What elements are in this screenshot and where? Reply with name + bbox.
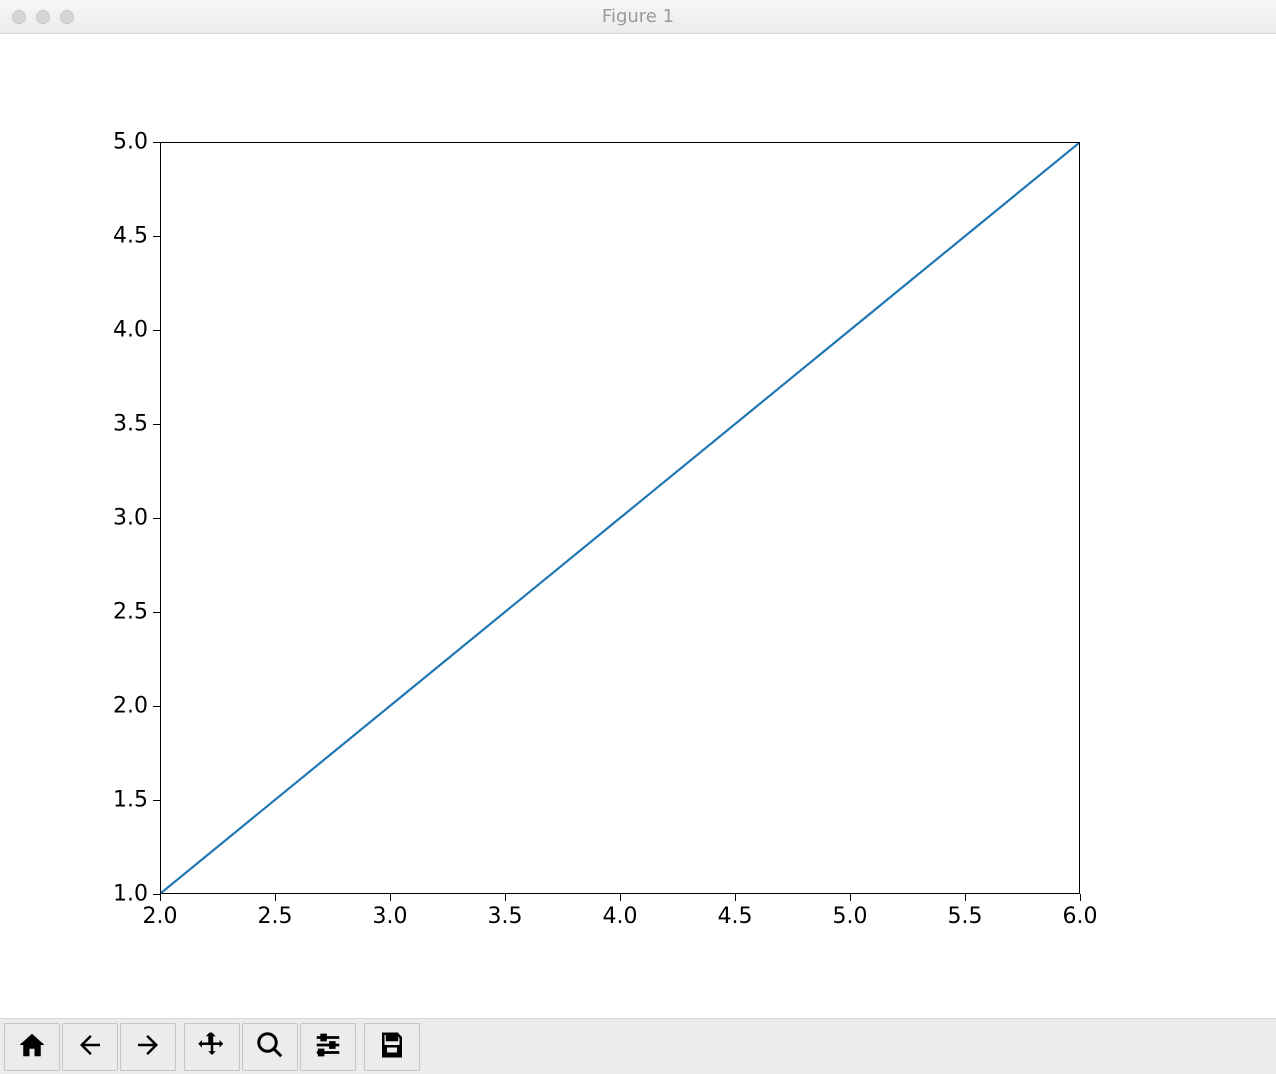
back-button[interactable]	[62, 1023, 118, 1071]
x-tick-label: 4.5	[718, 904, 753, 929]
x-tick-label: 3.5	[488, 904, 523, 929]
y-tick-label: 1.5	[98, 788, 148, 813]
zoom-button[interactable]	[242, 1023, 298, 1071]
line-plot	[161, 143, 1079, 893]
x-tick-label: 6.0	[1063, 904, 1098, 929]
home-icon	[17, 1030, 47, 1063]
y-tick-label: 1.0	[98, 882, 148, 907]
window-controls	[12, 10, 74, 24]
sliders-icon	[313, 1030, 343, 1063]
figure-window: Figure 1 2.0 2.5 3.0 3.5 4.0 4.5 5.0 5.5 6.0 1.0 1…	[0, 0, 1276, 1074]
y-tick-label: 4.0	[98, 318, 148, 343]
y-tick-label: 3.0	[98, 506, 148, 531]
x-tick-label: 4.0	[603, 904, 638, 929]
x-tick-label: 5.5	[948, 904, 983, 929]
y-tick-label: 2.5	[98, 600, 148, 625]
plot-canvas[interactable]: 2.0 2.5 3.0 3.5 4.0 4.5 5.0 5.5 6.0 1.0 1.5 2.0 2.5 3…	[0, 34, 1276, 1018]
zoom-window-button[interactable]	[60, 10, 74, 24]
minimize-window-button[interactable]	[36, 10, 50, 24]
x-tick-label: 3.0	[373, 904, 408, 929]
x-tick-label: 2.0	[143, 904, 178, 929]
magnify-icon	[255, 1030, 285, 1063]
x-tick-label: 2.5	[258, 904, 293, 929]
window-title: Figure 1	[0, 6, 1276, 27]
move-icon	[197, 1030, 227, 1063]
y-tick-label: 2.0	[98, 694, 148, 719]
y-tick-label: 3.5	[98, 412, 148, 437]
pan-button[interactable]	[184, 1023, 240, 1071]
save-button[interactable]	[364, 1023, 420, 1071]
y-tick-label: 5.0	[98, 130, 148, 155]
arrow-left-icon	[75, 1030, 105, 1063]
home-button[interactable]	[4, 1023, 60, 1071]
arrow-right-icon	[133, 1030, 163, 1063]
nav-toolbar	[0, 1018, 1276, 1074]
close-window-button[interactable]	[12, 10, 26, 24]
titlebar: Figure 1	[0, 0, 1276, 34]
configure-button[interactable]	[300, 1023, 356, 1071]
forward-button[interactable]	[120, 1023, 176, 1071]
axes-frame	[160, 142, 1080, 894]
save-icon	[377, 1030, 407, 1063]
x-tick-label: 5.0	[833, 904, 868, 929]
y-tick-label: 4.5	[98, 224, 148, 249]
